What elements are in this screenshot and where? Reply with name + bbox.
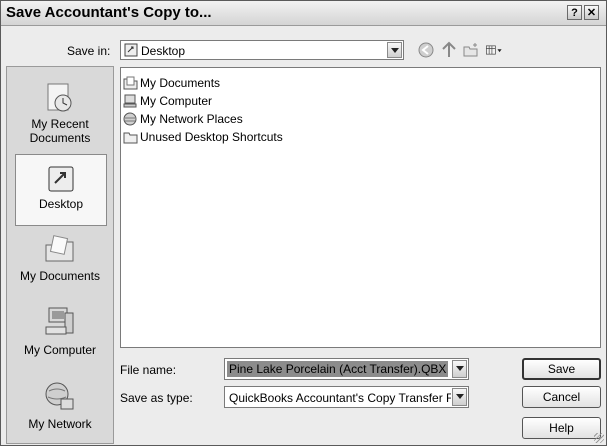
chevron-down-icon[interactable] bbox=[387, 42, 402, 58]
file-name-combobox[interactable]: Pine Lake Porcelain (Acct Transfer).QBX bbox=[224, 358, 469, 380]
save-in-combobox[interactable]: Desktop bbox=[120, 40, 404, 60]
place-desktop[interactable]: Desktop bbox=[15, 154, 107, 226]
folder-icon bbox=[123, 132, 138, 144]
my-computer-icon bbox=[45, 307, 74, 335]
computer-icon bbox=[123, 94, 137, 108]
chevron-down-icon[interactable] bbox=[452, 360, 467, 378]
place-my-computer[interactable]: My Computer bbox=[7, 305, 113, 357]
file-name: My Documents bbox=[140, 76, 221, 90]
place-my-network[interactable]: My Network bbox=[7, 379, 113, 431]
file-name: My Network Places bbox=[140, 112, 243, 126]
save-in-label: Save in: bbox=[67, 44, 111, 58]
place-label: My Documents bbox=[19, 269, 101, 283]
save-dialog: Save Accountant's Copy to... ? ✕ Save in… bbox=[0, 0, 607, 446]
place-label: Documents bbox=[29, 131, 91, 145]
my-network-icon bbox=[45, 382, 74, 410]
back-icon[interactable] bbox=[417, 41, 435, 59]
save-in-value: Desktop bbox=[141, 44, 186, 58]
help-button[interactable]: Help bbox=[522, 417, 601, 439]
dialog-title: Save Accountant's Copy to... bbox=[6, 4, 212, 21]
chevron-down-icon[interactable] bbox=[452, 388, 467, 406]
file-name: My Computer bbox=[140, 94, 213, 108]
resize-grip[interactable] bbox=[594, 433, 604, 443]
views-menu-icon[interactable] bbox=[485, 41, 503, 59]
save-as-type-select[interactable]: QuickBooks Accountant's Copy Transfer Fi… bbox=[224, 386, 469, 408]
recent-documents-icon bbox=[47, 83, 72, 112]
place-my-documents[interactable]: My Documents bbox=[7, 233, 113, 283]
save-as-type-label: Save as type: bbox=[120, 391, 193, 405]
places-bar: My Recent Documents Desktop My Documents bbox=[6, 66, 114, 444]
my-documents-icon bbox=[45, 235, 74, 262]
list-item[interactable]: My Documents bbox=[123, 76, 220, 92]
place-label: My Computer bbox=[23, 343, 97, 357]
up-folder-icon[interactable] bbox=[440, 41, 458, 59]
place-label: My Network bbox=[28, 417, 92, 431]
new-folder-icon[interactable] bbox=[462, 41, 480, 59]
documents-folder-icon bbox=[123, 76, 138, 90]
desktop-small-icon bbox=[124, 43, 138, 57]
file-name-label: File name: bbox=[120, 363, 177, 377]
place-label: My Recent bbox=[31, 117, 89, 131]
title-bar[interactable]: Save Accountant's Copy to... ? ✕ bbox=[1, 1, 606, 26]
file-list[interactable]: My Documents My Computer My Network Plac… bbox=[120, 67, 601, 348]
list-item[interactable]: My Computer bbox=[123, 94, 212, 110]
save-button[interactable]: Save bbox=[522, 358, 601, 380]
cancel-button[interactable]: Cancel bbox=[522, 386, 601, 408]
file-name-input[interactable]: Pine Lake Porcelain (Acct Transfer).QBX bbox=[227, 361, 449, 377]
save-as-type-value: QuickBooks Accountant's Copy Transfer Fi… bbox=[229, 391, 451, 405]
help-title-button[interactable]: ? bbox=[567, 5, 582, 20]
list-item[interactable]: My Network Places bbox=[123, 112, 243, 128]
place-label: Desktop bbox=[38, 197, 84, 211]
close-button[interactable]: ✕ bbox=[584, 5, 599, 20]
list-item[interactable]: Unused Desktop Shortcuts bbox=[123, 130, 283, 146]
place-my-recent-documents[interactable]: My Recent Documents bbox=[7, 81, 113, 145]
network-places-icon bbox=[123, 112, 137, 126]
file-name: Unused Desktop Shortcuts bbox=[140, 130, 283, 144]
desktop-icon bbox=[48, 166, 74, 192]
